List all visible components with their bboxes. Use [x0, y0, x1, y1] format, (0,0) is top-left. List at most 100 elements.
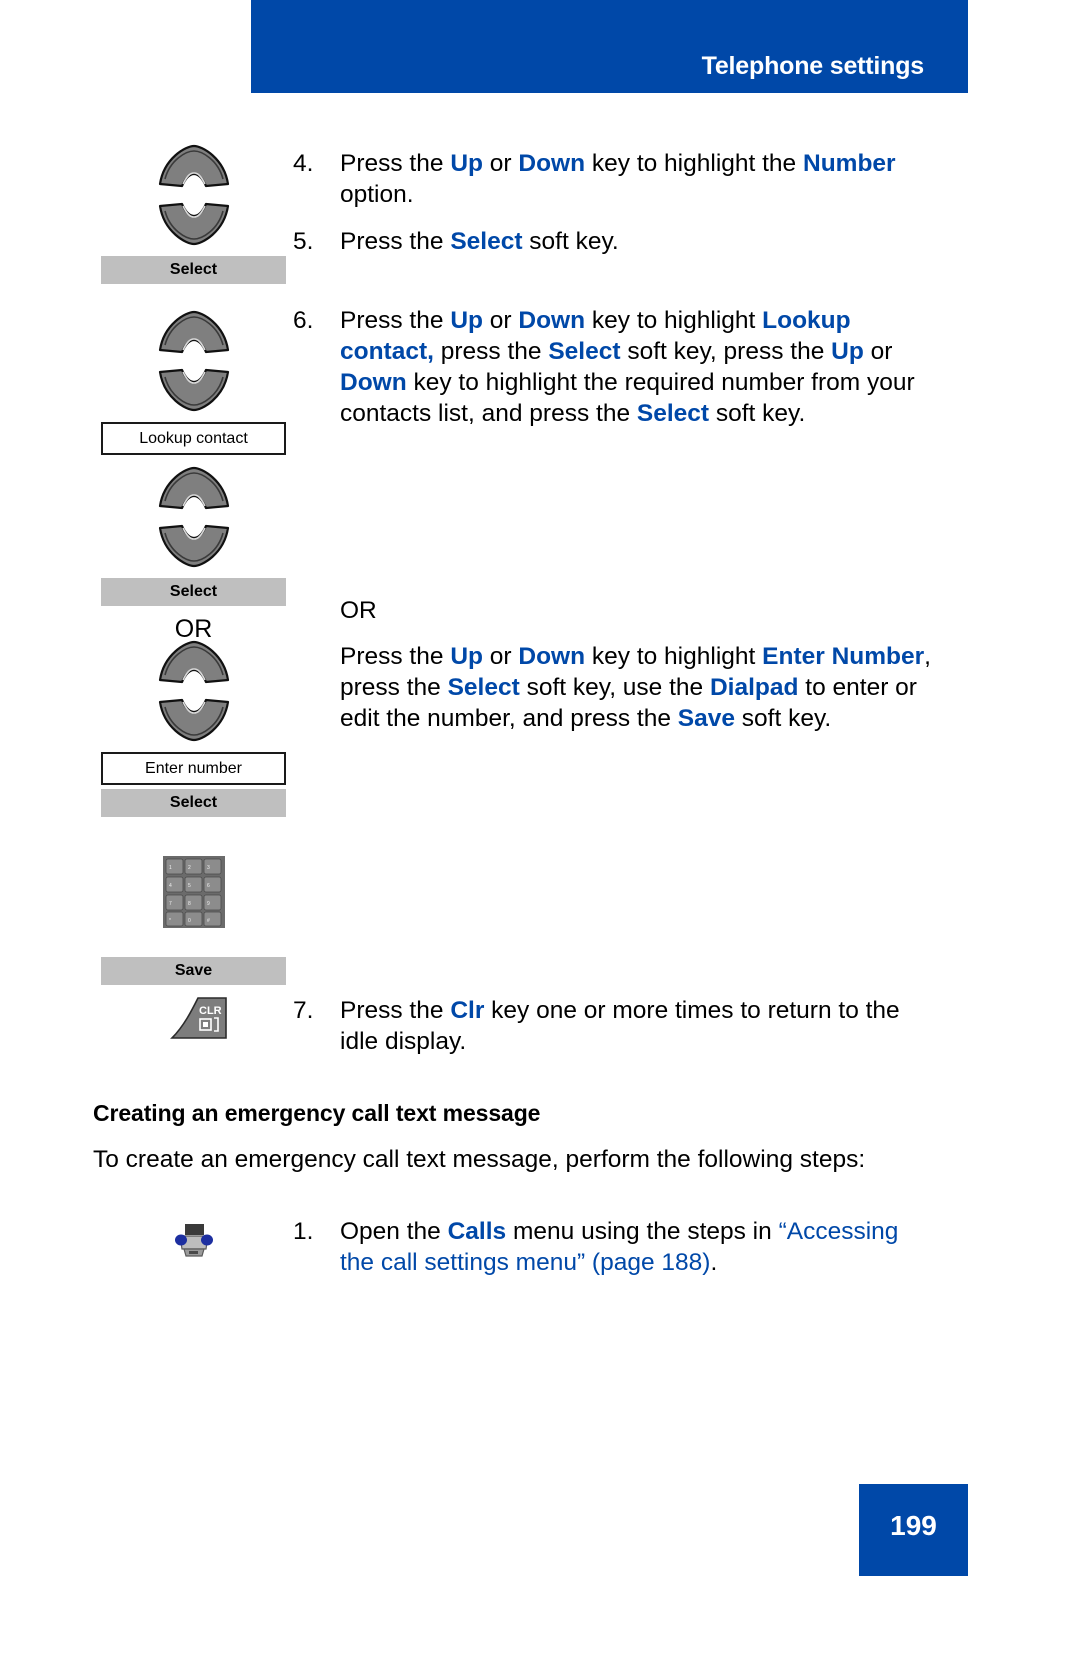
text-run: key to highlight [585, 307, 763, 334]
keyword-emphasis: Select [450, 228, 523, 255]
icon-group-step6-lookup: Lookup contact [101, 310, 286, 455]
calls-menu-phone-icon [172, 1219, 216, 1266]
text-run: soft key. [522, 228, 619, 255]
text-run: press the [433, 338, 549, 365]
keyword-emphasis: Down [518, 307, 586, 334]
steps-list-upper: 4. Press the Up or Down key to highlight… [293, 148, 933, 445]
text-run: menu using the steps in [506, 1218, 779, 1245]
or-separator-label: OR [340, 597, 377, 624]
keyword-emphasis: Save [677, 705, 735, 732]
text-run: or [482, 307, 519, 334]
page-number-box: 199 [859, 1484, 968, 1576]
or-alternative-text: Press the Up or Down key to highlight En… [293, 641, 933, 734]
icon-group-enter-number: Enter number Select [101, 640, 286, 817]
navigation-up-key-icon[interactable] [101, 144, 286, 200]
svg-text:6: 6 [207, 883, 210, 889]
step-number: 1. [293, 1218, 314, 1245]
navigation-down-key-icon[interactable] [101, 366, 286, 422]
keyword-emphasis: Select [636, 400, 710, 427]
keyword-emphasis: Select [548, 338, 621, 365]
svg-text:4: 4 [169, 883, 172, 889]
navigation-down-key-icon[interactable] [101, 522, 286, 578]
step-number: 7. [293, 997, 314, 1024]
softkey-select-2[interactable]: Select [101, 578, 286, 606]
text-run: . [710, 1249, 718, 1276]
softkey-save[interactable]: Save [101, 957, 286, 985]
display-enter-number: Enter number [101, 752, 286, 785]
document-page: Telephone settings Select Lookup contact… [0, 0, 1080, 1669]
text-run: soft key. [735, 705, 832, 732]
step-text: Press the Up or Down key to highlight Lo… [340, 305, 933, 429]
step-item-7: 7. Press the Clr key one or more times t… [293, 995, 933, 1057]
svg-text:8: 8 [188, 901, 191, 907]
navigation-up-key-icon[interactable] [101, 310, 286, 366]
keyword-emphasis: Enter Number [762, 643, 925, 670]
step-number: 4. [293, 150, 314, 177]
svg-text:5: 5 [188, 883, 191, 889]
text-run: Press the [340, 307, 451, 334]
keyword-emphasis: Up [450, 643, 483, 670]
svg-text:#: # [207, 918, 210, 924]
text-run: soft key, use the [519, 674, 710, 701]
step-item-5: 5. Press the Select soft key. [293, 226, 933, 257]
text-run: Press the [340, 228, 451, 255]
icon-group-step4-5: Select [101, 144, 286, 284]
text-run: or [482, 150, 519, 177]
svg-text:*: * [169, 918, 171, 924]
step-item-6: 6. Press the Up or Down key to highlight… [293, 305, 933, 429]
keyword-emphasis: Up [831, 338, 864, 365]
page-number: 199 [890, 1510, 937, 1541]
svg-text:1: 1 [169, 865, 172, 871]
navigation-down-key-icon[interactable] [101, 696, 286, 752]
text-run: soft key, press the [620, 338, 832, 365]
text-run: Press the [340, 997, 451, 1024]
keyword-emphasis: Down [340, 369, 407, 396]
text-run: Press the [340, 643, 451, 670]
navigation-down-key-icon[interactable] [101, 200, 286, 256]
step-text: Press the Select soft key. [340, 226, 933, 257]
text-run: or [482, 643, 519, 670]
section-intro-text: To create an emergency call text message… [93, 1146, 866, 1173]
keyword-emphasis: Up [450, 307, 483, 334]
keyword-emphasis: Up [450, 150, 483, 177]
step-item-4: 4. Press the Up or Down key to highlight… [293, 148, 933, 210]
keyword-emphasis: Select [447, 674, 520, 701]
step-text: Press the Clr key one or more times to r… [340, 995, 933, 1057]
text-run: key to highlight the [585, 150, 803, 177]
step-number: 5. [293, 228, 314, 255]
steps-list-step7: 7. Press the Clr key one or more times t… [293, 995, 933, 1073]
keyword-emphasis: Calls [447, 1218, 507, 1245]
svg-text:CLR: CLR [199, 1005, 222, 1017]
steps-list-lower: 1. Open the Calls menu using the steps i… [293, 1216, 933, 1294]
icon-group-step6-select: Select OR [101, 466, 286, 644]
step-text: Open the Calls menu using the steps in “… [340, 1216, 933, 1278]
keyword-emphasis: Number [803, 150, 896, 177]
page-title: Telephone settings [701, 52, 925, 80]
text-run: Open the [340, 1218, 448, 1245]
dialpad-icon[interactable]: 1 2 3 4 5 6 7 8 9 * 0 # [162, 856, 225, 933]
softkey-select-3[interactable]: Select [101, 789, 286, 817]
keyword-emphasis: Down [518, 643, 586, 670]
step-item-1: 1. Open the Calls menu using the steps i… [293, 1216, 933, 1278]
svg-text:0: 0 [188, 918, 191, 924]
icon-group-clr: CLR [101, 996, 286, 1045]
keyword-emphasis: Clr [450, 997, 485, 1024]
icon-group-dialpad-save: 1 2 3 4 5 6 7 8 9 * 0 # Save [101, 856, 286, 985]
step-number: 6. [293, 307, 314, 334]
text-run: option. [340, 181, 414, 208]
navigation-up-key-icon[interactable] [101, 640, 286, 696]
text-run: or [863, 338, 893, 365]
page-header-bar: Telephone settings [251, 0, 968, 93]
text-run: key to highlight the required number fro… [340, 369, 915, 427]
navigation-up-key-icon[interactable] [101, 466, 286, 522]
section-heading: Creating an emergency call text message [93, 1100, 541, 1126]
or-alternative-block: OR Press the Up or Down key to highlight… [293, 595, 933, 734]
text-run: Press the [340, 150, 451, 177]
svg-text:2: 2 [188, 865, 191, 871]
display-lookup-contact: Lookup contact [101, 422, 286, 455]
svg-text:3: 3 [207, 865, 210, 871]
keyword-emphasis: Down [518, 150, 586, 177]
text-run: key to highlight [585, 643, 763, 670]
softkey-select-1[interactable]: Select [101, 256, 286, 284]
clr-key-icon[interactable]: CLR [158, 996, 230, 1045]
